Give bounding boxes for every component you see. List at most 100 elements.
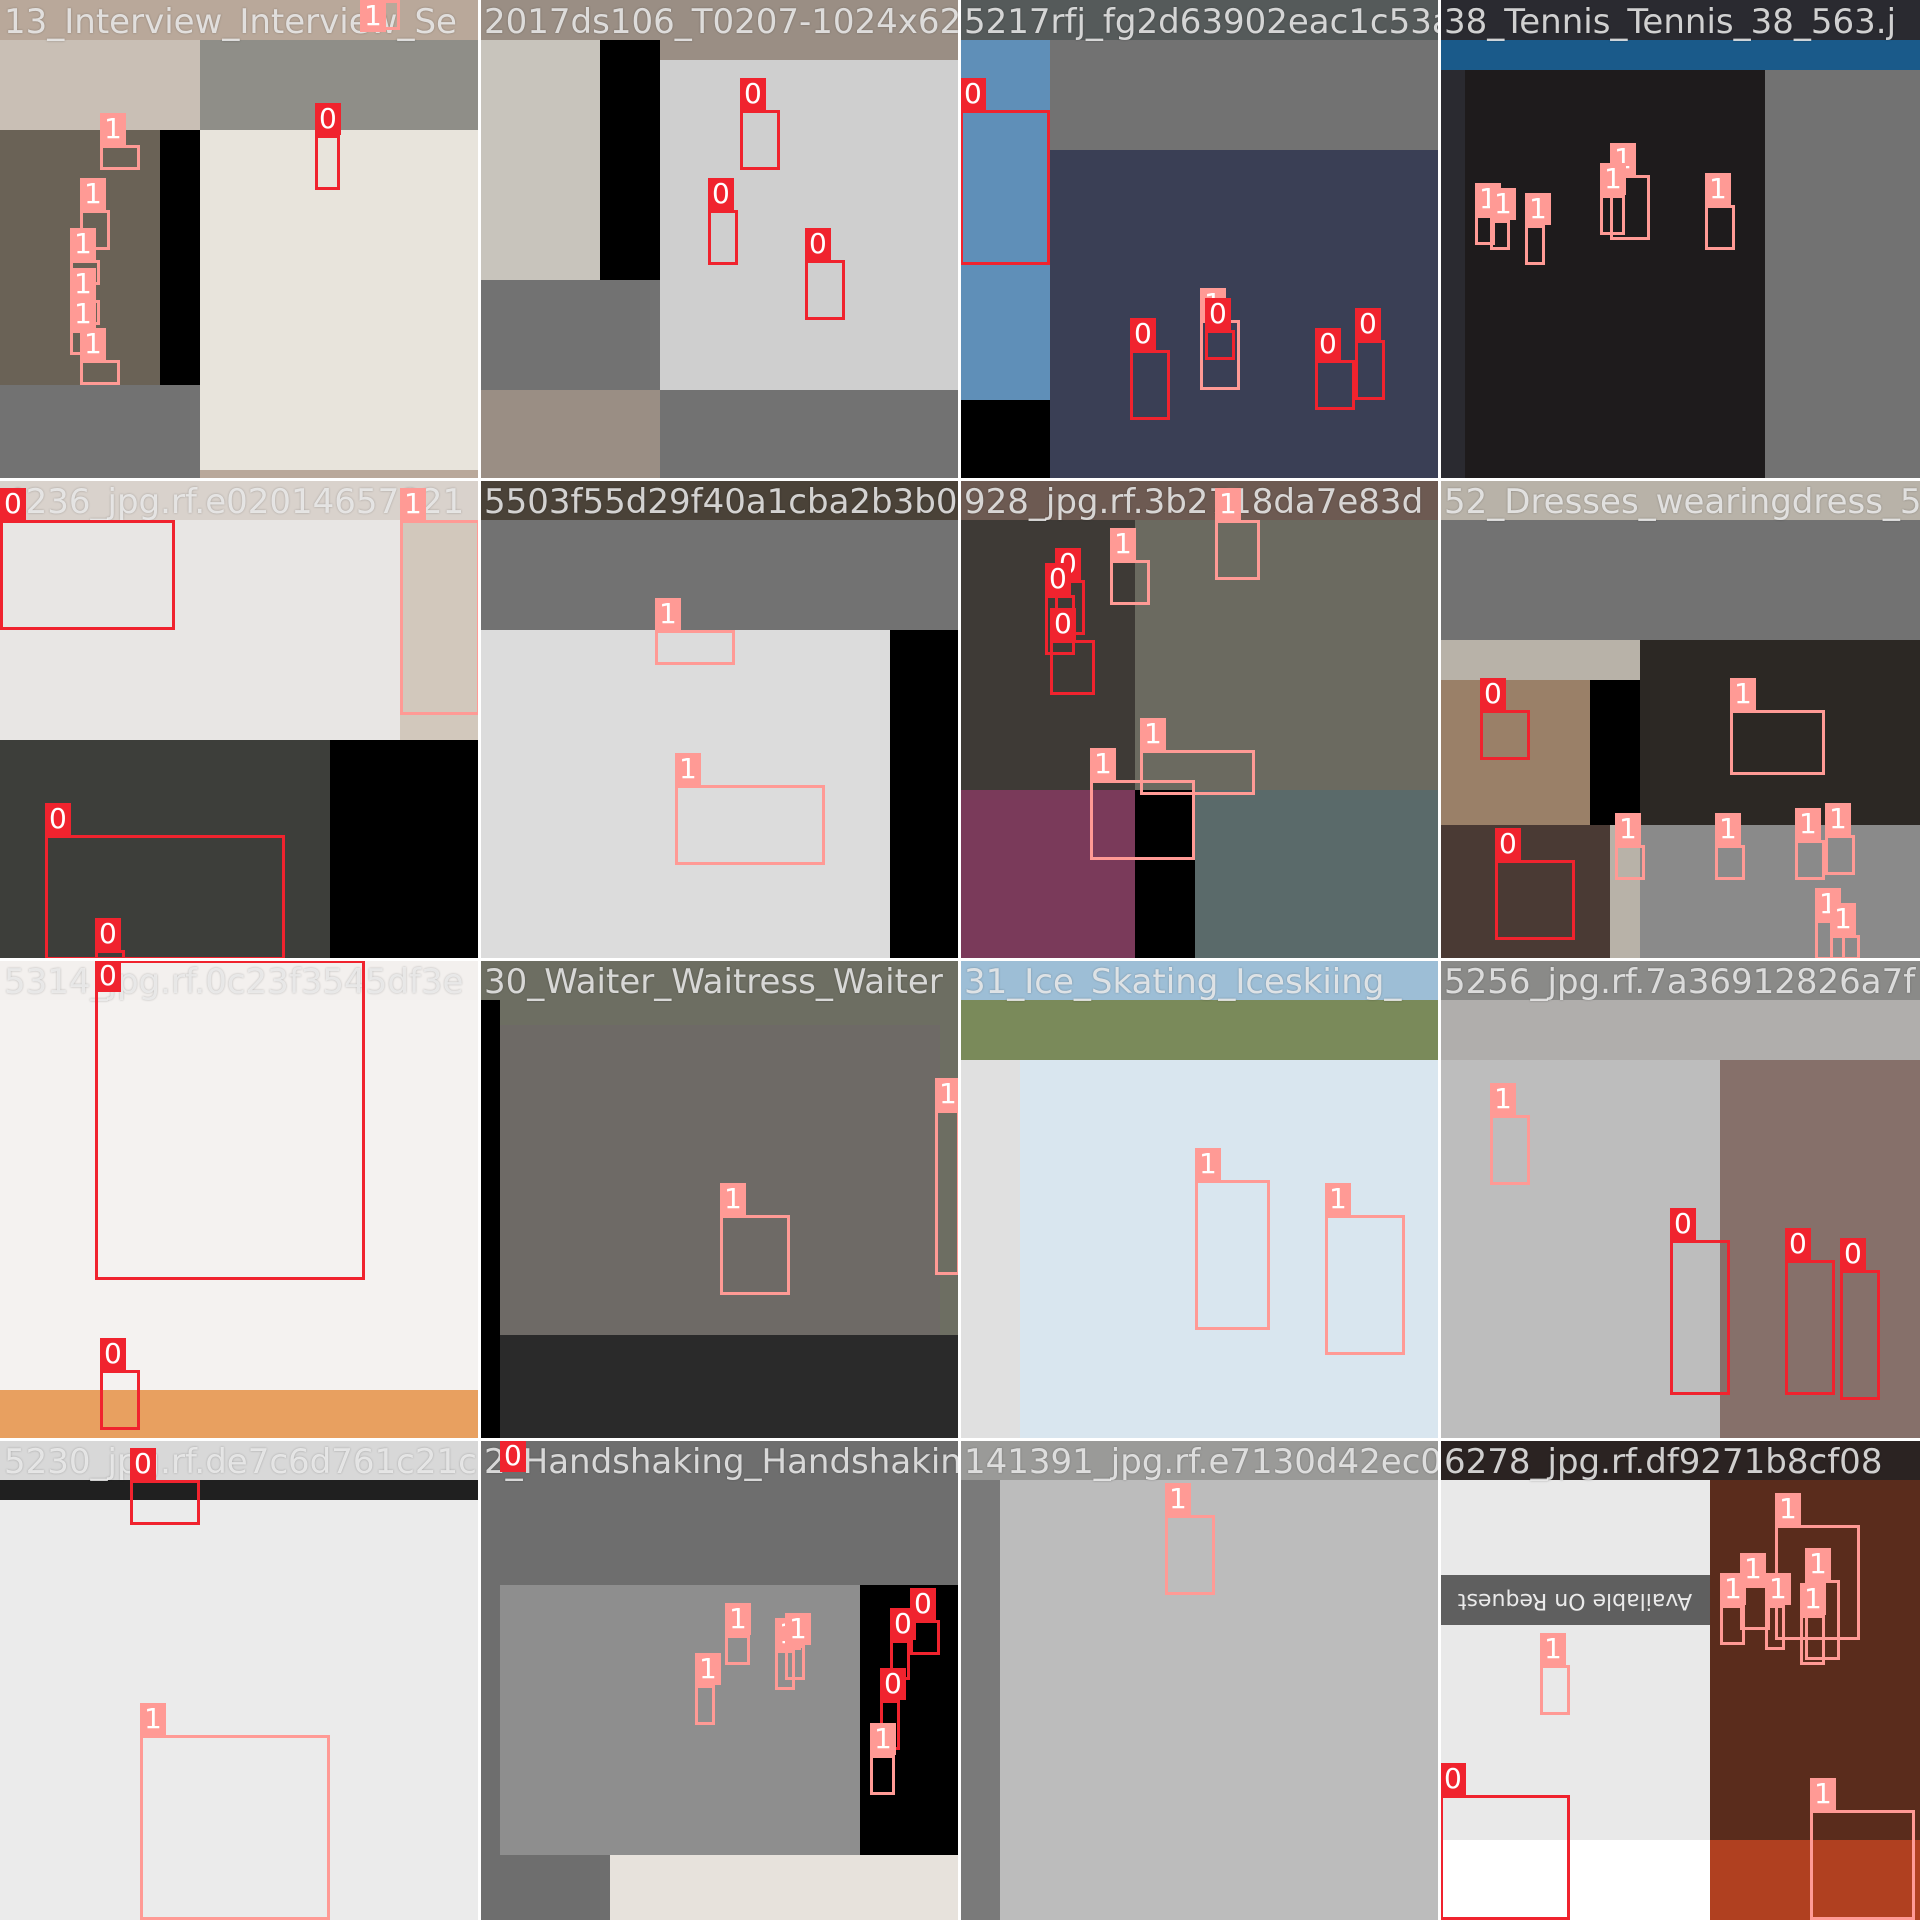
class-label: 1 — [655, 598, 681, 630]
class-label: 1 — [1805, 1548, 1831, 1580]
class-label: 0 — [1130, 318, 1156, 350]
class-label: 1 — [70, 228, 96, 260]
class-label: 1 — [1800, 1583, 1826, 1615]
photo-region — [960, 1480, 1000, 1920]
detection-box — [1215, 520, 1260, 580]
detection-box — [1525, 225, 1545, 265]
mosaic-tile: 5256_jpg.rf.7a36912826a7f 1 0 0 0 — [1440, 960, 1920, 1440]
class-label: 1 — [1090, 748, 1116, 780]
detection-box — [1325, 1215, 1405, 1355]
mosaic-grid: 13_Interview_Interview_Se 1 1 1 1 1 1 0 1 2017ds1… — [0, 0, 1920, 1920]
photo-region — [610, 1855, 960, 1920]
detection-box — [1705, 205, 1735, 250]
class-label: 1 — [1715, 813, 1741, 845]
class-label: 1 — [1615, 813, 1641, 845]
detection-box — [1600, 195, 1625, 235]
mosaic-tile: 38_Tennis_Tennis_38_563.j 1 1 1 1 1 1 — [1440, 0, 1920, 480]
tile-caption: 5217rfj_fg2d63902eac1c53a — [964, 2, 1440, 42]
class-label: 0 — [1670, 1208, 1696, 1240]
photo-region — [660, 60, 960, 390]
tile-caption: 2017ds106_T0207-1024x623_ — [484, 2, 960, 42]
detection-box — [1800, 1615, 1825, 1665]
detection-box — [720, 1215, 790, 1295]
class-label: 1 — [360, 0, 386, 32]
detection-box — [1480, 710, 1530, 760]
class-label: 1 — [70, 298, 96, 330]
photo-region — [1765, 70, 1920, 480]
tile-caption: 6278_jpg.rf.df9271b8cf08 — [1444, 1442, 1883, 1482]
detection-box — [935, 1110, 960, 1275]
class-label: 1 — [1705, 173, 1731, 205]
class-label: 0 — [1840, 1238, 1866, 1270]
mosaic-tile: 6278_jpg.rf.df9271b8cf08 1 1 1 1 1 1 1 0 1 Availab… — [1440, 1440, 1920, 1920]
photo-region — [0, 1390, 480, 1440]
class-label: 0 — [45, 803, 71, 835]
class-label: 0 — [1440, 1763, 1466, 1795]
mosaic-tile: 5230_jpg.rf.de7c6d761c21c 0 1 — [0, 1440, 480, 1920]
class-label: 1 — [1165, 1483, 1191, 1515]
detection-box — [675, 785, 825, 865]
mosaic-tile: 13_Interview_Interview_Se 1 1 1 1 1 1 0 1 — [0, 0, 480, 480]
class-label: 0 — [708, 178, 734, 210]
detection-box — [1205, 330, 1235, 360]
photo-region — [1195, 790, 1440, 960]
class-label: 0 — [740, 78, 766, 110]
class-label: 0 — [805, 228, 831, 260]
detection-box — [725, 1635, 750, 1665]
detection-box — [1765, 1605, 1785, 1650]
tile-caption: 30_Waiter_Waitress_Waiter — [484, 962, 943, 1002]
photo-region — [960, 1060, 1020, 1440]
class-label: 0 — [1045, 563, 1071, 595]
photo-region — [1590, 680, 1640, 825]
class-label: 0 — [315, 103, 341, 135]
detection-box — [1110, 560, 1150, 605]
class-label: 0 — [1480, 678, 1506, 710]
mosaic-tile: 141391_jpg.rf.e7130d42ec0 1 — [960, 1440, 1440, 1920]
detection-box — [1540, 1665, 1570, 1715]
detection-box — [960, 110, 1050, 265]
mosaic-tile: 30_Waiter_Waitress_Waiter 1 1 — [480, 960, 960, 1440]
tile-divider — [0, 958, 1920, 961]
tile-caption: 5230_jpg.rf.de7c6d761c21c — [4, 1442, 477, 1482]
class-label: 1 — [1540, 1633, 1566, 1665]
photo-region — [1050, 150, 1440, 480]
class-label: 1 — [1765, 1573, 1791, 1605]
detection-box — [1090, 780, 1195, 860]
detection-box — [1490, 220, 1510, 250]
detection-box — [1785, 1260, 1835, 1395]
detection-box — [1810, 1810, 1915, 1920]
class-label: 0 — [1355, 308, 1381, 340]
detection-box — [1050, 640, 1095, 695]
class-label: 0 — [100, 1338, 126, 1370]
class-label: 0 — [1785, 1228, 1811, 1260]
mosaic-tile: 2_Handshaking_Handshaking011110001 — [480, 1440, 960, 1920]
class-label: 1 — [675, 753, 701, 785]
class-label: 0 — [0, 488, 26, 520]
class-label: 0 — [95, 918, 121, 950]
detection-box — [655, 630, 735, 665]
detection-box — [80, 360, 120, 385]
class-label: 0 — [890, 1608, 916, 1640]
class-label: 1 — [1490, 188, 1516, 220]
photo-region — [480, 280, 660, 390]
class-label: 1 — [1140, 718, 1166, 750]
mosaic-tile: 52_Dresses_wearingdress_5 0 1 0 1 1 1 1 1 1 — [1440, 480, 1920, 960]
photo-region — [200, 130, 480, 470]
detection-box — [1830, 935, 1860, 960]
tile-caption: 5503f55d29f40a1cba2b3b097 — [484, 482, 960, 522]
detection-box — [1825, 835, 1855, 875]
photo-region — [1440, 1000, 1920, 1060]
detection-box — [1495, 860, 1575, 940]
class-label: 0 — [1205, 298, 1231, 330]
class-label: 1 — [870, 1723, 896, 1755]
detection-box — [1130, 350, 1170, 420]
tile-caption: 5256_jpg.rf.7a36912826a7f — [1444, 962, 1916, 1002]
tile-caption: 38_Tennis_Tennis_38_563.j — [1444, 2, 1897, 42]
mosaic-tile: 5503f55d29f40a1cba2b3b097 1 1 — [480, 480, 960, 960]
detection-box — [1670, 1240, 1730, 1395]
detection-box — [1615, 845, 1645, 880]
detection-box — [95, 960, 365, 1280]
mosaic-tile: 4236_jpg.rf.e02014657821 0 1 0 0 — [0, 480, 480, 960]
detection-box — [0, 520, 175, 630]
photo-region — [600, 40, 660, 280]
